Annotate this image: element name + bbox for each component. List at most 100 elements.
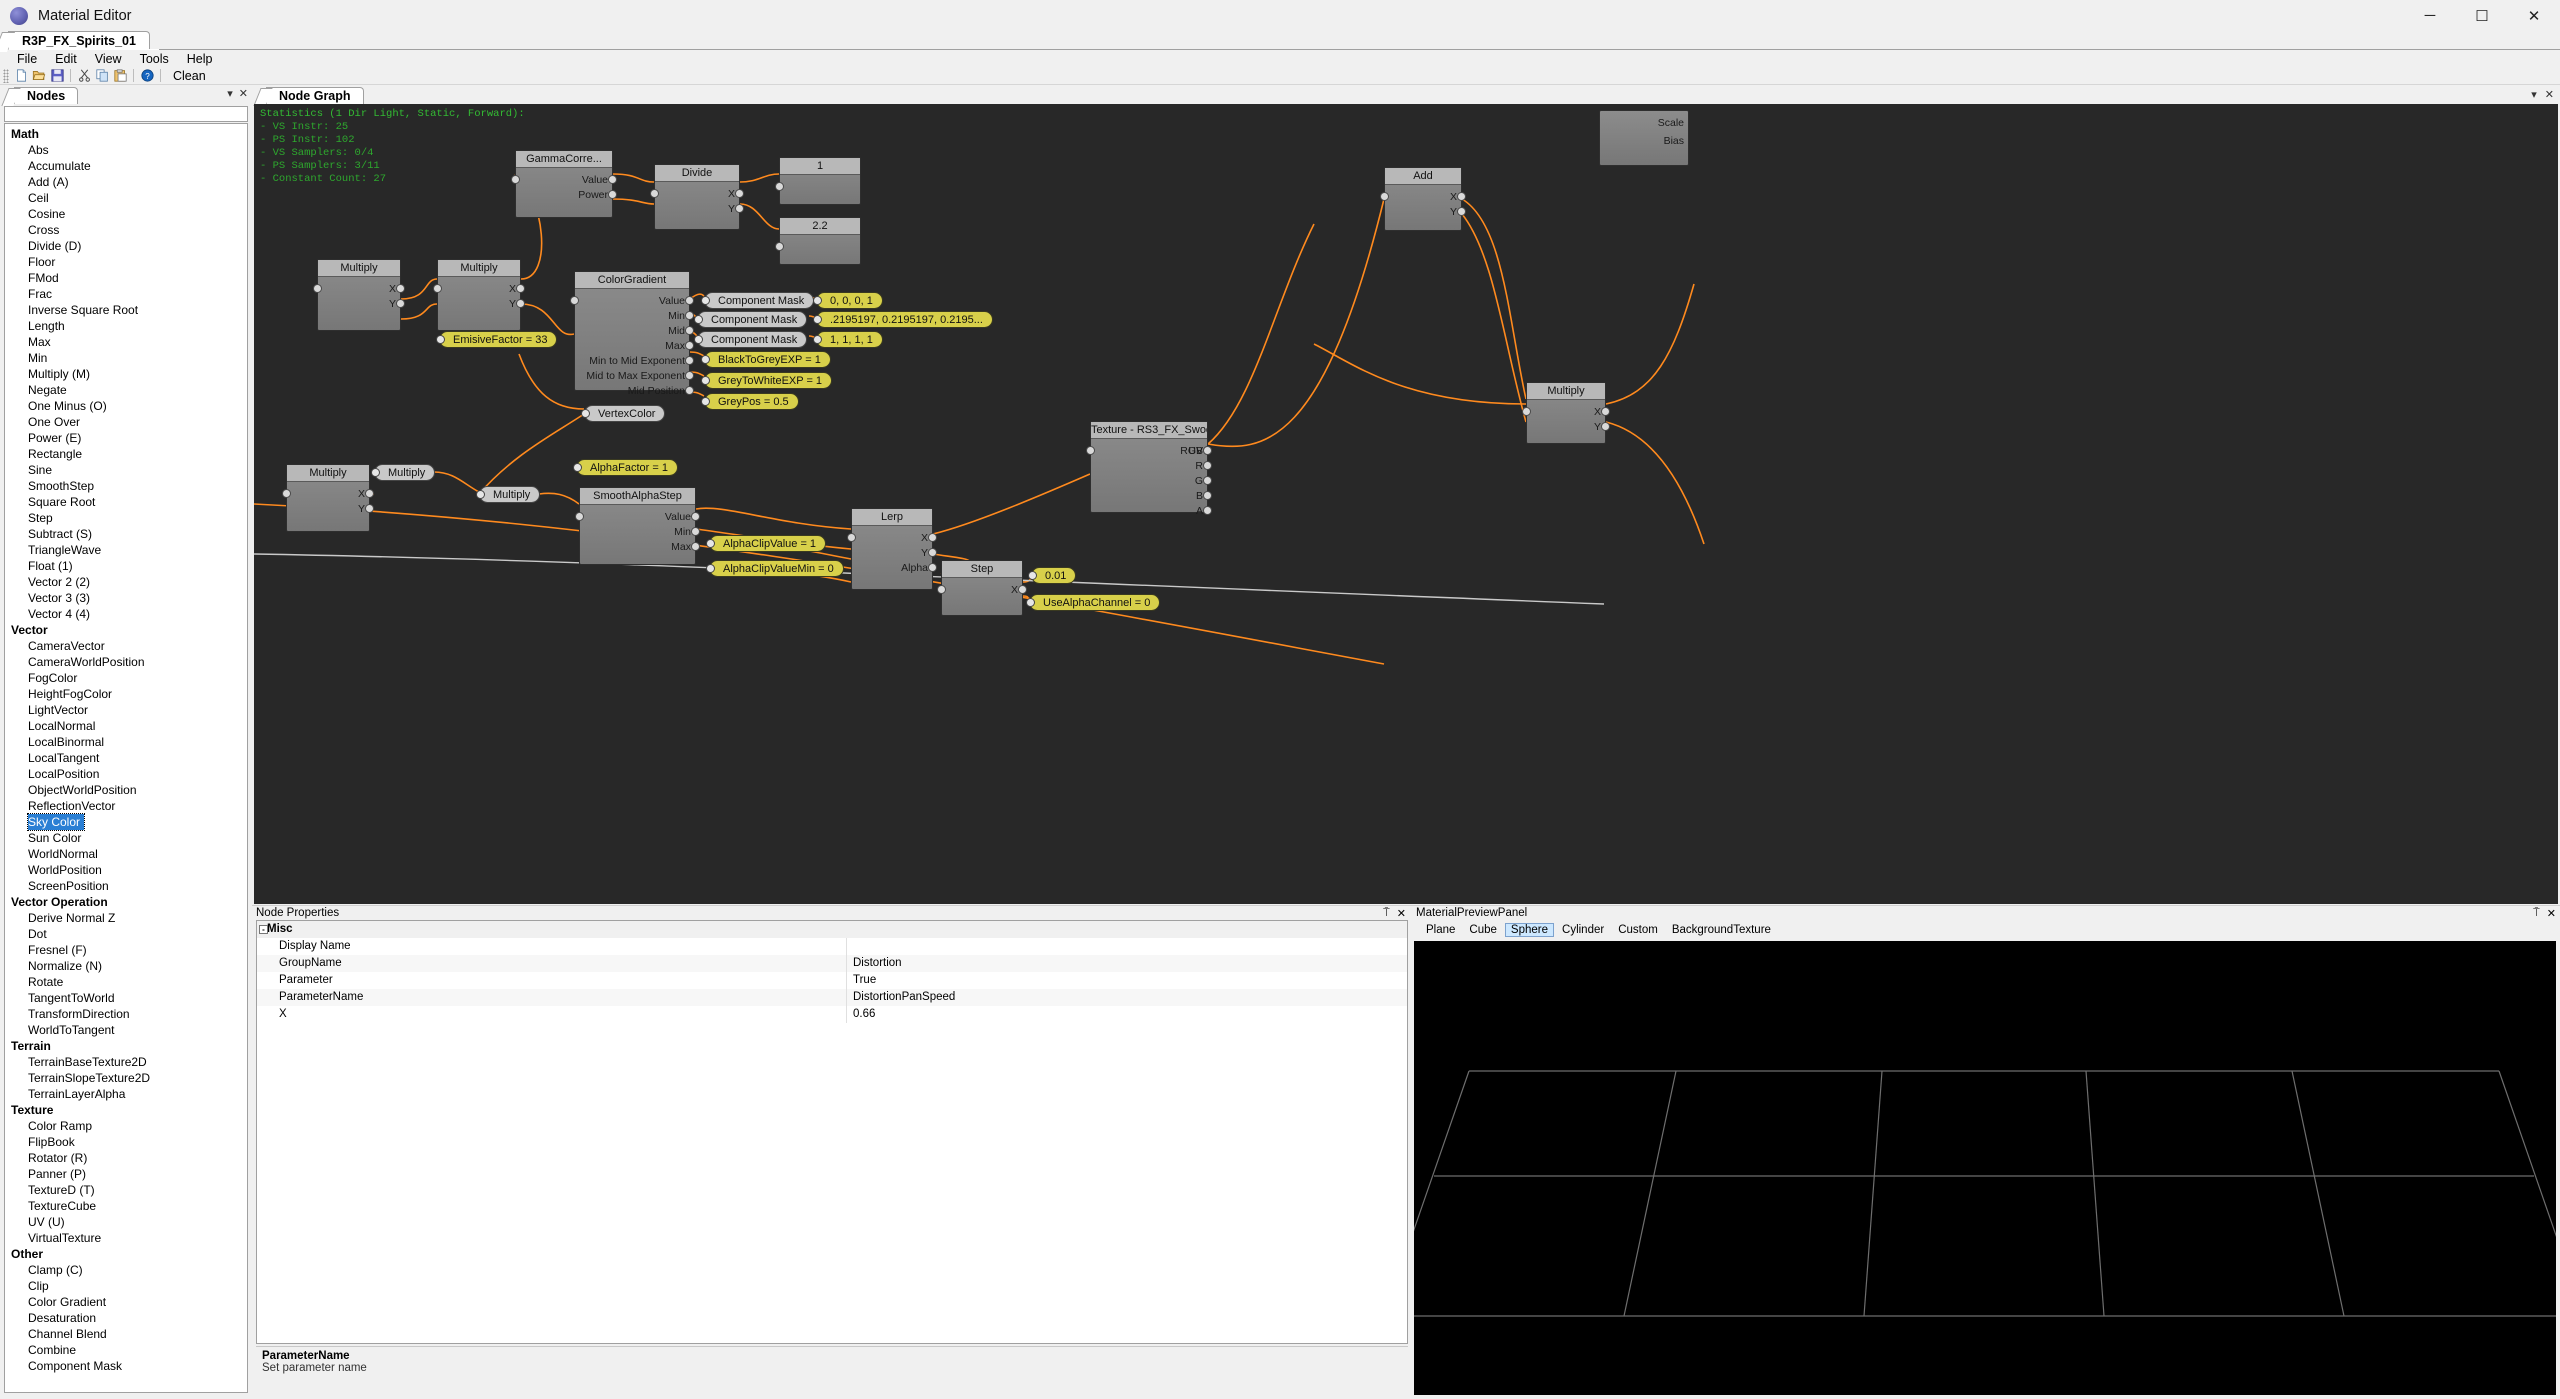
graph-pill-port[interactable] — [694, 315, 703, 324]
properties-row[interactable]: Display Name — [257, 938, 1407, 955]
graph-node-port[interactable] — [433, 284, 442, 293]
material-preview-tab[interactable]: BackgroundTexture — [1666, 923, 1777, 937]
graph-node-port[interactable] — [847, 533, 856, 542]
graph-parameter-pill[interactable]: AlphaFactor = 1 — [576, 459, 678, 476]
close-icon[interactable]: ✕ — [1397, 907, 1406, 920]
graph-node-input-port[interactable] — [685, 356, 694, 365]
nodes-list-item[interactable]: LocalBinormal — [5, 734, 247, 750]
properties-row[interactable]: X0.66 — [257, 1006, 1407, 1023]
pin-icon[interactable]: ⍑ — [1383, 907, 1390, 920]
properties-row-value[interactable]: True — [847, 972, 1407, 989]
graph-pill-port[interactable] — [371, 468, 380, 477]
graph-node-input-port[interactable] — [1018, 585, 1027, 594]
graph-pill-port[interactable] — [813, 296, 822, 305]
graph-parameter-pill[interactable]: .2195197, 0.2195197, 0.2195... — [816, 311, 993, 328]
menu-tools[interactable]: Tools — [131, 51, 178, 67]
nodes-list-item[interactable]: Clamp (C) — [5, 1262, 247, 1278]
graph-node[interactable]: DivideXY — [654, 164, 740, 230]
graph-node-input-port[interactable] — [516, 284, 525, 293]
nodes-list-item[interactable]: Vector 4 (4) — [5, 606, 247, 622]
nodes-list-item[interactable]: Fresnel (F) — [5, 942, 247, 958]
graph-parameter-pill[interactable]: Multiply — [479, 486, 540, 503]
close-icon[interactable]: ✕ — [2545, 88, 2554, 101]
graph-node[interactable]: MultiplyXY — [317, 259, 401, 331]
nodes-list-item[interactable]: TangentToWorld — [5, 990, 247, 1006]
graph-parameter-pill[interactable]: UseAlphaChannel = 0 — [1029, 594, 1160, 611]
nodes-list-item[interactable]: TextureD (T) — [5, 1182, 247, 1198]
graph-node-input-port[interactable] — [685, 296, 694, 305]
graph-parameter-pill[interactable]: GreyToWhiteEXP = 1 — [704, 372, 832, 389]
graph-parameter-pill[interactable]: Multiply — [374, 464, 435, 481]
nodes-list-item[interactable]: LightVector — [5, 702, 247, 718]
graph-node-input-port[interactable] — [691, 512, 700, 521]
properties-row-value[interactable]: 0.66 — [847, 1006, 1407, 1023]
properties-row[interactable]: GroupNameDistortion — [257, 955, 1407, 972]
nodes-list-item[interactable]: ScreenPosition — [5, 878, 247, 894]
nodes-list-item[interactable]: Square Root — [5, 494, 247, 510]
nodes-list-item[interactable]: Cosine — [5, 206, 247, 222]
nodes-list-item[interactable]: Subtract (S) — [5, 526, 247, 542]
save-icon[interactable] — [48, 67, 66, 84]
open-icon[interactable] — [30, 67, 48, 84]
graph-pill-port[interactable] — [581, 409, 590, 418]
pin-icon[interactable]: ⍑ — [2533, 907, 2540, 920]
menu-help[interactable]: Help — [178, 51, 222, 67]
node-graph-canvas[interactable]: Statistics (1 Dir Light, Static, Forward… — [254, 104, 2558, 904]
nodes-list-item[interactable]: Max — [5, 334, 247, 350]
nodes-list-item[interactable]: FMod — [5, 270, 247, 286]
graph-node[interactable]: 2.2 — [779, 217, 861, 265]
nodes-list-item[interactable]: Rectangle — [5, 446, 247, 462]
graph-pill-port[interactable] — [476, 490, 485, 499]
nodes-list-item[interactable]: LocalNormal — [5, 718, 247, 734]
graph-parameter-pill[interactable]: GreyPos = 0.5 — [704, 393, 799, 410]
graph-node-input-port[interactable] — [608, 175, 617, 184]
clean-button[interactable]: Clean — [165, 69, 214, 83]
nodes-list-item[interactable]: Min — [5, 350, 247, 366]
graph-node-port[interactable] — [650, 189, 659, 198]
graph-pill-port[interactable] — [813, 315, 822, 324]
graph-node-input-port[interactable] — [691, 542, 700, 551]
graph-node-port[interactable] — [313, 284, 322, 293]
menu-view[interactable]: View — [86, 51, 131, 67]
nodes-list-item[interactable]: LocalPosition — [5, 766, 247, 782]
nodes-list[interactable]: MathAbsAccumulateAdd (A)CeilCosineCrossD… — [4, 123, 248, 1393]
nodes-search-input[interactable] — [4, 106, 248, 122]
graph-pill-port[interactable] — [813, 335, 822, 344]
nodes-list-item[interactable]: Add (A) — [5, 174, 247, 190]
graph-node-input-port[interactable] — [1203, 476, 1212, 485]
graph-node-port[interactable] — [511, 175, 520, 184]
graph-node-input-port[interactable] — [691, 527, 700, 536]
chevron-down-icon[interactable]: ▾ — [227, 87, 233, 100]
graph-pill-port[interactable] — [701, 355, 710, 364]
graph-node[interactable]: MultiplyXY — [1526, 382, 1606, 444]
nodes-list-item[interactable]: Sky Color — [28, 814, 84, 830]
nodes-list-item[interactable]: Combine — [5, 1342, 247, 1358]
graph-node-input-port[interactable] — [396, 284, 405, 293]
graph-node-input-port[interactable] — [1203, 461, 1212, 470]
graph-node-input-port[interactable] — [1457, 207, 1466, 216]
graph-parameter-pill[interactable]: AlphaClipValueMin = 0 — [709, 560, 844, 577]
graph-node-input-port[interactable] — [396, 299, 405, 308]
graph-node[interactable]: ColorGradientValueMinMidMaxMin to Mid Ex… — [574, 271, 690, 391]
nodes-list-item[interactable]: Float (1) — [5, 558, 247, 574]
graph-node-port[interactable] — [775, 182, 784, 191]
graph-pill-port[interactable] — [1028, 571, 1037, 580]
nodes-list-item[interactable]: Power (E) — [5, 430, 247, 446]
graph-node-input-port[interactable] — [1601, 422, 1610, 431]
nodes-list-item[interactable]: Clip — [5, 1278, 247, 1294]
nodes-list-item[interactable]: TransformDirection — [5, 1006, 247, 1022]
material-preview-tab[interactable]: Plane — [1420, 923, 1461, 937]
nodes-list-item[interactable]: Cross — [5, 222, 247, 238]
graph-node[interactable]: 1 — [779, 157, 861, 205]
graph-node-input-port[interactable] — [928, 533, 937, 542]
graph-node-input-port[interactable] — [516, 299, 525, 308]
material-preview-tab[interactable]: Cube — [1463, 923, 1503, 937]
nodes-list-item[interactable]: One Over — [5, 414, 247, 430]
nodes-list-item[interactable]: Divide (D) — [5, 238, 247, 254]
nodes-list-item[interactable]: TriangleWave — [5, 542, 247, 558]
nodes-list-item[interactable]: ObjectWorldPosition — [5, 782, 247, 798]
graph-node[interactable]: GammaCorre...ValuePower — [515, 150, 613, 218]
graph-parameter-pill[interactable]: Component Mask — [704, 292, 814, 309]
tab-nodes[interactable]: Nodes — [14, 87, 78, 104]
menu-edit[interactable]: Edit — [46, 51, 86, 67]
